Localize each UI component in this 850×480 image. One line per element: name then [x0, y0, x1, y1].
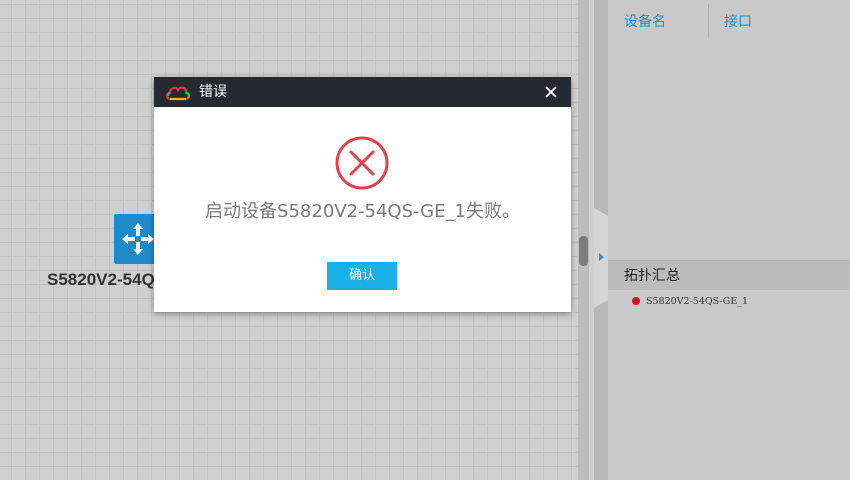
vertical-scrollbar[interactable] [578, 0, 589, 480]
chevron-right-icon [598, 253, 604, 261]
confirm-button[interactable]: 确认 [327, 262, 397, 290]
column-header-interface[interactable]: 接口 [724, 0, 752, 40]
scrollbar-thumb[interactable] [579, 236, 588, 266]
dialog-titlebar[interactable]: 错误 [154, 77, 571, 107]
error-circle-x-icon [335, 136, 389, 190]
column-header-device-name[interactable]: 设备名 [624, 0, 666, 40]
close-icon [545, 86, 557, 98]
panel-collapse-toggle[interactable] [594, 208, 608, 308]
dialog-title: 错误 [199, 84, 227, 100]
status-dot-icon [632, 297, 640, 305]
error-dialog: 错误 启动设备S5820V2-54QS-GE_1失败。 确认 [154, 77, 571, 312]
cloud-logo-icon [165, 86, 191, 101]
device-table-header: 设备名 接口 [608, 0, 850, 40]
device-label: S5820V2-54Q [47, 270, 155, 289]
summary-item-label: S5820V2-54QS-GE_1 [646, 295, 749, 307]
summary-item[interactable]: S5820V2-54QS-GE_1 [632, 294, 748, 308]
close-button[interactable] [541, 77, 561, 107]
topology-summary-header[interactable]: 拓扑汇总 [608, 260, 850, 290]
column-separator [708, 4, 709, 38]
error-message: 启动设备S5820V2-54QS-GE_1失败。 [205, 201, 520, 222]
app-window: S5820V2-54Q 设备名 接口 拓扑汇总 S5820V2-54QS-GE_… [0, 0, 850, 480]
right-panel: 设备名 接口 拓扑汇总 S5820V2-54QS-GE_1 [608, 0, 850, 480]
